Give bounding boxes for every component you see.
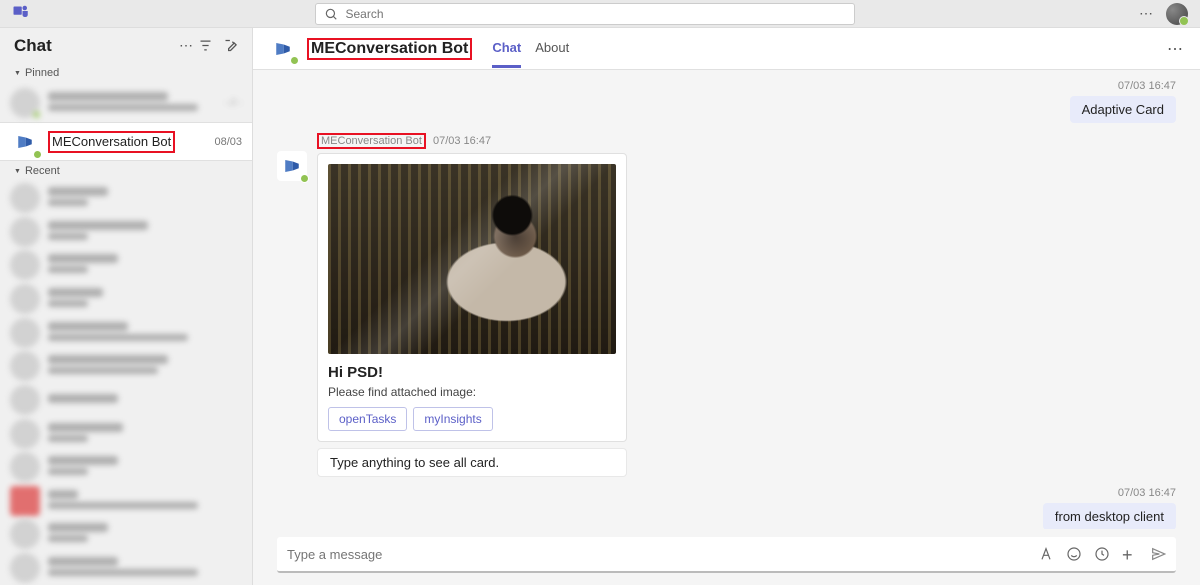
- chat-sidebar: Chat ⋯ Pinned ··/·· MEConversation Bot: [0, 28, 253, 585]
- chat-item-blurred: [0, 316, 252, 350]
- chat-item-blurred: [0, 215, 252, 249]
- global-search[interactable]: [315, 3, 855, 25]
- chat-item-title: MEConversation Bot: [52, 134, 171, 149]
- chat-item-blurred: [0, 551, 252, 585]
- chat-item-blurred: [0, 181, 252, 215]
- top-more-icon[interactable]: ⋯: [1139, 5, 1154, 22]
- sidebar-more-icon[interactable]: ⋯: [179, 37, 194, 54]
- search-icon: [324, 7, 338, 21]
- card-image: [328, 164, 616, 354]
- message-sent: 07/03 16:47 from desktop client: [277, 487, 1176, 529]
- chat-item-blurred: [0, 248, 252, 282]
- message-timestamp: 07/03 16:47: [1118, 80, 1176, 92]
- tab-chat[interactable]: Chat: [492, 30, 521, 68]
- chat-main: MEConversation Bot Chat About ⋯ 07/03 16…: [253, 28, 1200, 585]
- teams-app-icon: [12, 2, 30, 25]
- filter-icon[interactable]: [198, 38, 213, 53]
- format-icon[interactable]: [1038, 546, 1054, 562]
- message-bubble: Adaptive Card: [1070, 96, 1176, 123]
- chat-item-blurred: [0, 349, 252, 383]
- chat-item-blurred: [0, 484, 252, 518]
- message-timestamp: 07/03 16:47: [1118, 487, 1176, 499]
- attach-icon[interactable]: +: [1122, 546, 1138, 562]
- section-recent[interactable]: Recent: [0, 161, 252, 181]
- compose-input[interactable]: [287, 547, 1038, 562]
- bot-avatar-icon: [10, 127, 40, 157]
- emoji-icon[interactable]: [1066, 546, 1082, 562]
- search-input[interactable]: [346, 7, 846, 21]
- chat-header-title: MEConversation Bot: [311, 40, 468, 58]
- chat-item-blurred: ··/··: [0, 83, 252, 122]
- message-sent: 07/03 16:47 Adaptive Card: [277, 80, 1176, 123]
- message-bubble: from desktop client: [1043, 503, 1176, 529]
- chat-item-blurred: [0, 518, 252, 552]
- gif-icon[interactable]: [1094, 546, 1110, 562]
- chat-item-blurred: [0, 450, 252, 484]
- send-icon[interactable]: [1150, 546, 1166, 562]
- chat-header-more-icon[interactable]: ⋯: [1167, 39, 1184, 59]
- bot-avatar-icon: [269, 35, 297, 63]
- chat-item-blurred: [0, 417, 252, 451]
- card-action-myinsights[interactable]: myInsights: [413, 407, 492, 431]
- top-bar: ⋯: [0, 0, 1200, 28]
- card-title: Hi PSD!: [328, 364, 616, 381]
- new-chat-icon[interactable]: [223, 38, 238, 53]
- adaptive-card: Hi PSD! Please find attached image: open…: [317, 153, 627, 442]
- card-action-opentasks[interactable]: openTasks: [328, 407, 407, 431]
- compose-box[interactable]: +: [277, 537, 1176, 573]
- message-timestamp: 07/03 16:47: [433, 135, 491, 147]
- message-sender: MEConversation Bot: [321, 135, 422, 147]
- chat-item-blurred: [0, 282, 252, 316]
- current-user-avatar[interactable]: [1166, 3, 1188, 25]
- annotation-highlight: MEConversation Bot: [48, 131, 175, 153]
- annotation-highlight: MEConversation Bot: [307, 38, 472, 60]
- tab-about[interactable]: About: [535, 30, 569, 67]
- chat-item-meconversation-bot[interactable]: MEConversation Bot 08/03: [0, 122, 252, 161]
- section-pinned[interactable]: Pinned: [0, 63, 252, 83]
- sidebar-title: Chat: [14, 36, 179, 56]
- annotation-highlight: MEConversation Bot: [317, 133, 426, 149]
- message-bubble: Type anything to see all card.: [317, 448, 627, 477]
- composer: +: [253, 529, 1200, 585]
- chat-item-blurred: [0, 383, 252, 417]
- chat-item-date: 08/03: [214, 136, 242, 148]
- message-list: 07/03 16:47 Adaptive Card MEConversation…: [253, 70, 1200, 529]
- bot-avatar-icon: [277, 151, 307, 181]
- message-received-group: MEConversation Bot 07/03 16:47 Hi PSD! P…: [277, 133, 1176, 477]
- card-body: Please find attached image:: [328, 385, 616, 399]
- chat-header: MEConversation Bot Chat About ⋯: [253, 28, 1200, 70]
